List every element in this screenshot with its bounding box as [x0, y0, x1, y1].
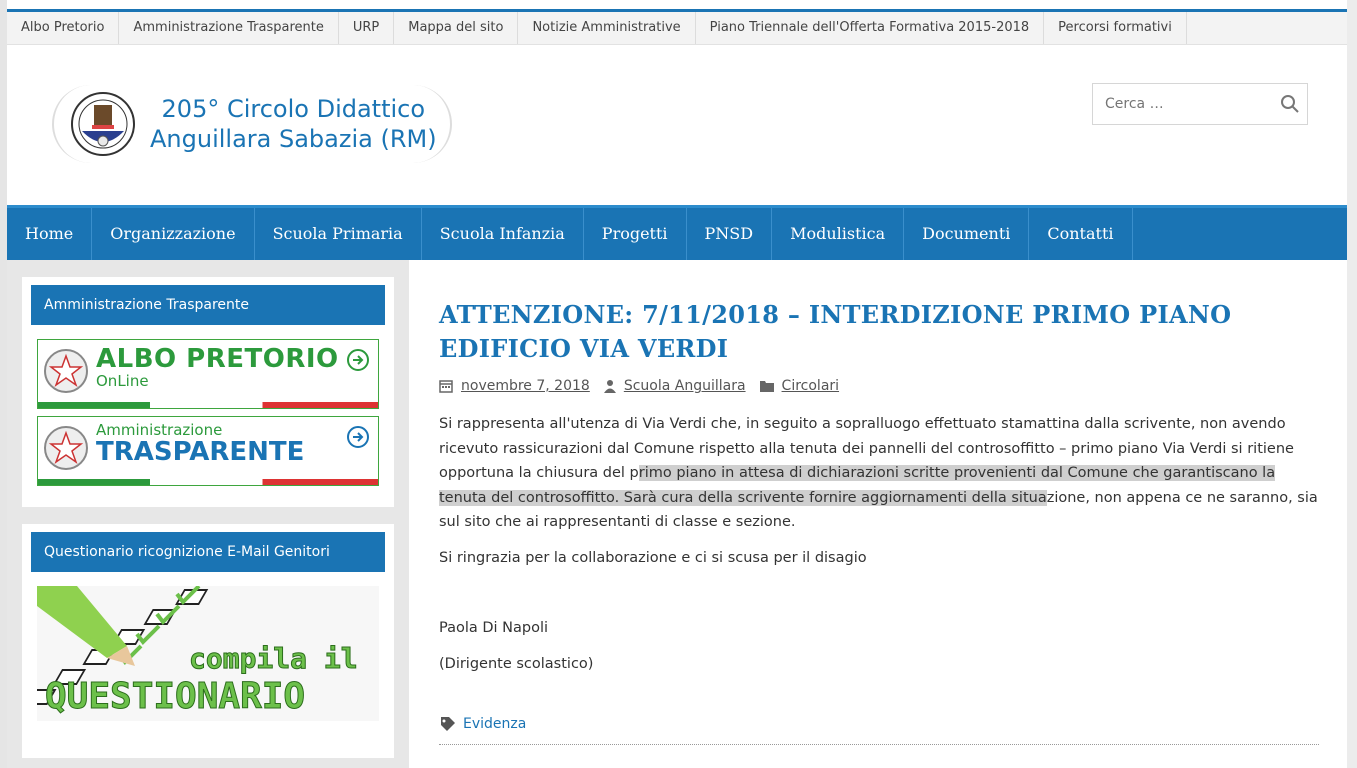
- italian-emblem-icon: [44, 426, 88, 470]
- post-tags: Evidenza: [439, 716, 526, 732]
- topnav-urp[interactable]: URP: [339, 12, 395, 44]
- sidebar: Amministrazione Trasparente ALBO PRETORI…: [7, 260, 409, 768]
- trasparente-title: TRASPARENTE: [96, 437, 305, 467]
- arrow-right-circle-icon: [347, 349, 369, 371]
- post-body: Si rappresenta all'utenza di Via Verdi c…: [439, 412, 1319, 676]
- topnav-amministrazione-trasparente[interactable]: Amministrazione Trasparente: [119, 12, 339, 44]
- nav-home[interactable]: Home: [7, 208, 93, 260]
- post-date-link[interactable]: novembre 7, 2018: [461, 378, 590, 394]
- arrow-right-circle-icon: [347, 426, 369, 448]
- scrollbar-track[interactable]: [1347, 0, 1357, 768]
- top-navigation: Albo Pretorio Amministrazione Trasparent…: [7, 12, 1347, 45]
- albo-pretorio-title: ALBO PRETORIO: [96, 344, 339, 374]
- nav-scuola-infanzia[interactable]: Scuola Infanzia: [422, 208, 584, 260]
- post-author-link[interactable]: Scuola Anguillara: [624, 378, 746, 394]
- folder-icon: [759, 381, 774, 392]
- nav-pnsd[interactable]: PNSD: [687, 208, 773, 260]
- search-button[interactable]: [1275, 89, 1305, 119]
- italian-emblem-icon: [44, 349, 88, 393]
- nav-organizzazione[interactable]: Organizzazione: [92, 208, 255, 260]
- widget-questionario: Questionario ricognizione E-Mail Genitor…: [22, 524, 394, 758]
- post-category-link[interactable]: Circolari: [782, 378, 840, 394]
- search-input[interactable]: [1105, 96, 1275, 112]
- post-title[interactable]: ATTENZIONE: 7/11/2018 – INTERDIZIONE PRI…: [439, 298, 1319, 366]
- post-divider: [439, 744, 1319, 745]
- user-icon: [603, 380, 616, 393]
- nav-documenti[interactable]: Documenti: [904, 208, 1030, 260]
- signature-role: (Dirigente scolastico): [439, 655, 594, 672]
- search-icon: [1281, 95, 1299, 113]
- widget-title: Questionario ricognizione E-Mail Genitor…: [31, 532, 385, 572]
- school-seal-icon: [71, 92, 135, 156]
- calendar-icon: [439, 380, 453, 393]
- post-paragraph-2: Si ringrazia per la collaborazione e ci …: [439, 549, 867, 566]
- questionario-line2: QUESTIONARIO: [45, 676, 305, 717]
- questionario-banner[interactable]: compila il QUESTIONARIO: [37, 586, 379, 721]
- tricolor-stripe: [38, 402, 378, 408]
- tag-evidenza-link[interactable]: Evidenza: [463, 716, 526, 732]
- questionario-image: compila il QUESTIONARIO: [37, 586, 379, 721]
- widget-title: Amministrazione Trasparente: [31, 285, 385, 325]
- topnav-mappa-del-sito[interactable]: Mappa del sito: [394, 12, 519, 44]
- nav-contatti[interactable]: Contatti: [1029, 208, 1133, 260]
- nav-progetti[interactable]: Progetti: [584, 208, 687, 260]
- topnav-percorsi-formativi[interactable]: Percorsi formativi: [1044, 12, 1187, 44]
- questionario-line1: compila il: [189, 642, 358, 675]
- topnav-piano-triennale[interactable]: Piano Triennale dell'Offerta Formativa 2…: [696, 12, 1045, 44]
- site-logo[interactable]: 205° Circolo Didattico Anguillara Sabazi…: [52, 85, 452, 163]
- albo-pretorio-banner[interactable]: ALBO PRETORIO OnLine: [37, 339, 379, 409]
- site-title-line2: Anguillara Sabazia (RM): [150, 125, 437, 153]
- nav-scuola-primaria[interactable]: Scuola Primaria: [255, 208, 422, 260]
- search-box: [1092, 83, 1308, 125]
- post-meta: novembre 7, 2018 Scuola Anguillara Circo…: [439, 378, 1319, 394]
- site-title-line1: 205° Circolo Didattico: [161, 95, 426, 123]
- topnav-albo-pretorio[interactable]: Albo Pretorio: [7, 12, 120, 44]
- amministrazione-trasparente-banner[interactable]: Amministrazione TRASPARENTE: [37, 416, 379, 486]
- widget-amministrazione-trasparente: Amministrazione Trasparente ALBO PRETORI…: [22, 277, 394, 507]
- site-title: 205° Circolo Didattico Anguillara Sabazi…: [150, 94, 437, 154]
- signature-name: Paola Di Napoli: [439, 620, 549, 636]
- albo-pretorio-subtitle: OnLine: [96, 372, 149, 390]
- tricolor-stripe: [38, 479, 378, 485]
- tag-icon: [441, 717, 455, 731]
- topnav-notizie-amministrative[interactable]: Notizie Amministrative: [518, 12, 696, 44]
- main-navigation: Home Organizzazione Scuola Primaria Scuo…: [7, 205, 1347, 260]
- page: Albo Pretorio Amministrazione Trasparent…: [7, 0, 1347, 768]
- site-header: 205° Circolo Didattico Anguillara Sabazi…: [7, 45, 1347, 205]
- post-paragraph-1: Si rappresenta all'utenza di Via Verdi c…: [439, 412, 1319, 535]
- main-content: ATTENZIONE: 7/11/2018 – INTERDIZIONE PRI…: [439, 260, 1319, 745]
- nav-modulistica[interactable]: Modulistica: [772, 208, 905, 260]
